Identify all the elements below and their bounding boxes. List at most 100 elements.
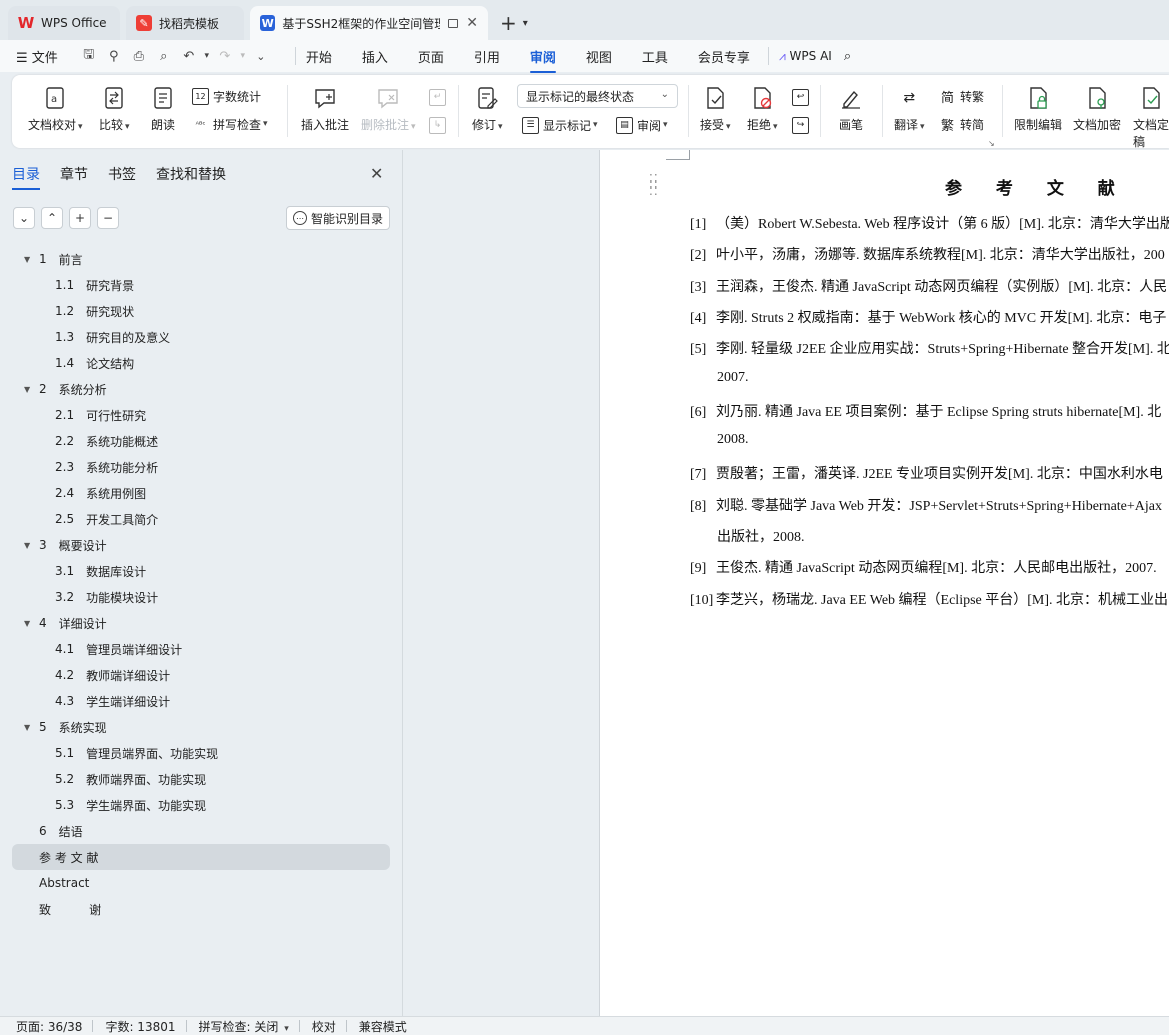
prev-change-button[interactable]: ↩ <box>792 87 813 107</box>
toc-item[interactable]: ▼ 3 概要设计 <box>12 532 390 558</box>
menu-review[interactable]: 审阅 <box>529 47 556 73</box>
markup-state-select[interactable]: 显示标记的最终状态 ⌄ <box>517 84 678 108</box>
tab-daoke[interactable]: ✎ 找稻壳模板 <box>126 6 244 40</box>
divider <box>294 47 296 65</box>
add-level-button[interactable]: + <box>69 207 91 229</box>
link-icon[interactable]: ⚲ <box>103 47 125 65</box>
restrict-edit-button[interactable]: 限制编辑 <box>1014 85 1062 133</box>
redo-icon[interactable]: ↷ <box>214 47 236 65</box>
toc-item[interactable]: 2.4 系统用例图 <box>12 480 390 506</box>
toc-item[interactable]: 5.1 管理员端界面、功能实现 <box>12 740 390 766</box>
toc-item[interactable]: 1.4 论文结构 <box>12 350 390 376</box>
save-icon[interactable]: 🖫 <box>78 47 100 65</box>
collapse-triangle-icon[interactable]: ▼ <box>24 541 39 550</box>
toc-item[interactable]: 4.1 管理员端详细设计 <box>12 636 390 662</box>
pen-button[interactable]: 画笔 <box>838 85 864 133</box>
spell-check-status[interactable]: 拼写检查: 关闭 ▾ <box>199 1018 289 1035</box>
tab-bookmarks[interactable]: 书签 <box>108 164 136 184</box>
chevron-down-icon[interactable]: ▾ <box>523 18 528 29</box>
toc-item[interactable]: 4.2 教师端详细设计 <box>12 662 390 688</box>
move-down-button[interactable]: ⌄ <box>13 207 35 229</box>
toc-item[interactable]: 5.3 学生端界面、功能实现 <box>12 792 390 818</box>
insert-comment-button[interactable]: 插入批注 <box>301 85 349 133</box>
reject-button[interactable]: 拒绝 ▾ <box>747 85 778 133</box>
menu-page[interactable]: 页面 <box>418 47 444 66</box>
prev-comment-button[interactable]: ↵ <box>429 87 450 107</box>
tab-toc[interactable]: 目录 <box>12 164 40 190</box>
tab-chapters[interactable]: 章节 <box>60 164 88 184</box>
toc-item[interactable]: 2.5 开发工具简介 <box>12 506 390 532</box>
toc-item[interactable]: 3.1 数据库设计 <box>12 558 390 584</box>
toc-item[interactable]: 1.3 研究目的及意义 <box>12 324 390 350</box>
translate-button[interactable]: ⇄ 翻译 ▾ <box>894 85 925 133</box>
tab-document[interactable]: W 基于SSH2框架的作业空间管理 ✕ <box>250 6 488 40</box>
delete-comment-button[interactable]: 删除批注 ▾ <box>361 85 416 133</box>
more-chevron-icon[interactable]: ⌄ <box>250 47 272 65</box>
close-pane-icon[interactable]: ✕ <box>370 164 383 183</box>
next-change-button[interactable]: ↪ <box>792 115 813 135</box>
search-icon[interactable]: ⌕ <box>844 49 851 64</box>
read-aloud-button[interactable]: 朗读 <box>150 85 176 133</box>
toc-item[interactable]: ▼ 5 系统实现 <box>12 714 390 740</box>
track-changes-button[interactable]: 修订 ▾ <box>472 85 503 133</box>
tab-find-replace[interactable]: 查找和替换 <box>156 164 226 184</box>
remove-level-button[interactable]: − <box>97 207 119 229</box>
word-count-button[interactable]: 12 字数统计 <box>192 86 261 106</box>
tab-wps-office[interactable]: W WPS Office <box>8 6 120 40</box>
next-comment-button[interactable]: ↳ <box>429 115 450 135</box>
wps-ai-button[interactable]: ⩘ WPS AI <box>779 49 832 64</box>
collapse-triangle-icon[interactable]: ▼ <box>24 385 39 394</box>
toc-item[interactable]: 2.3 系统功能分析 <box>12 454 390 480</box>
close-tab-icon[interactable]: ✕ <box>466 15 478 31</box>
compare-button[interactable]: 比较 ▾ <box>99 85 130 133</box>
toc-item[interactable]: 5.2 教师端界面、功能实现 <box>12 766 390 792</box>
to-traditional-button[interactable]: 简转繁 <box>939 86 984 106</box>
document-page[interactable]: ⁚⁚ ⁚⁚ ⁚⁚ 参 考 文 献 [1] （美）Robert W.Sebesta. W… <box>599 150 1169 1016</box>
smart-toc-button[interactable]: ⋯ 智能识别目录 <box>286 206 390 230</box>
toc-item[interactable]: ▼ 2 系统分析 <box>12 376 390 402</box>
toc-item[interactable]: 3.2 功能模块设计 <box>12 584 390 610</box>
toc-item[interactable]: 6 结语 <box>12 818 390 844</box>
toc-item[interactable]: 2.1 可行性研究 <box>12 402 390 428</box>
menu-home[interactable]: 开始 <box>306 47 332 66</box>
toc-item[interactable]: 1.2 研究现状 <box>12 298 390 324</box>
proof-status[interactable]: 校对 <box>312 1018 336 1035</box>
toc-item[interactable]: 2.2 系统功能概述 <box>12 428 390 454</box>
page-indicator[interactable]: 页面: 36/38 <box>16 1018 82 1035</box>
word-count-status[interactable]: 字数: 13801 <box>105 1018 175 1035</box>
menu-member[interactable]: 会员专享 <box>698 47 750 66</box>
word-doc-icon: W <box>260 15 276 31</box>
toc-item[interactable]: 1.1 研究背景 <box>12 272 390 298</box>
redo-dropdown-icon[interactable]: ▾ <box>239 47 247 65</box>
collapse-triangle-icon[interactable]: ▼ <box>24 619 39 628</box>
toc-title: 系统实现 <box>58 720 107 735</box>
collapse-triangle-icon[interactable]: ▼ <box>24 723 39 732</box>
to-simplified-button[interactable]: 繁转简 <box>939 114 984 134</box>
toc-item[interactable]: ▼ 4 详细设计 <box>12 610 390 636</box>
menu-insert[interactable]: 插入 <box>362 47 388 66</box>
toc-item[interactable]: 参 考 文 献 <box>12 844 390 870</box>
print-preview-icon[interactable]: ⌕ <box>153 47 175 65</box>
finalize-button[interactable]: 文档定稿 <box>1133 85 1169 150</box>
accept-button[interactable]: 接受 ▾ <box>700 85 731 133</box>
toc-item[interactable]: 4.3 学生端详细设计 <box>12 688 390 714</box>
print-icon[interactable]: ⎙ <box>128 47 150 65</box>
move-up-button[interactable]: ⌃ <box>41 207 63 229</box>
collapse-triangle-icon[interactable]: ▼ <box>24 255 39 264</box>
new-tab-button[interactable]: + ▾ <box>494 6 534 40</box>
drag-handle-icon[interactable]: ⁚⁚ ⁚⁚ ⁚⁚ <box>649 173 659 197</box>
spell-check-button[interactable]: ᴬᴮᶜ 拼写检查 ▾ <box>192 114 268 134</box>
toc-item[interactable]: Abstract <box>12 870 390 896</box>
doc-proof-button[interactable]: a 文档校对 ▾ <box>28 85 83 133</box>
file-menu[interactable]: ☰ 文件 <box>16 47 58 66</box>
toc-item[interactable]: 致 谢 <box>12 896 390 922</box>
undo-icon[interactable]: ↶ <box>178 47 200 65</box>
menu-view[interactable]: 视图 <box>586 47 612 66</box>
undo-dropdown-icon[interactable]: ▾ <box>203 47 211 65</box>
show-markup-button[interactable]: ☰ 显示标记 ▾ <box>522 115 598 135</box>
menu-tools[interactable]: 工具 <box>642 47 668 66</box>
menu-reference[interactable]: 引用 <box>474 47 500 66</box>
review-pane-button[interactable]: ▤ 审阅 ▾ <box>616 115 668 135</box>
encrypt-button[interactable]: 文档加密 <box>1073 85 1121 133</box>
toc-item[interactable]: ▼ 1 前言 <box>12 246 390 272</box>
